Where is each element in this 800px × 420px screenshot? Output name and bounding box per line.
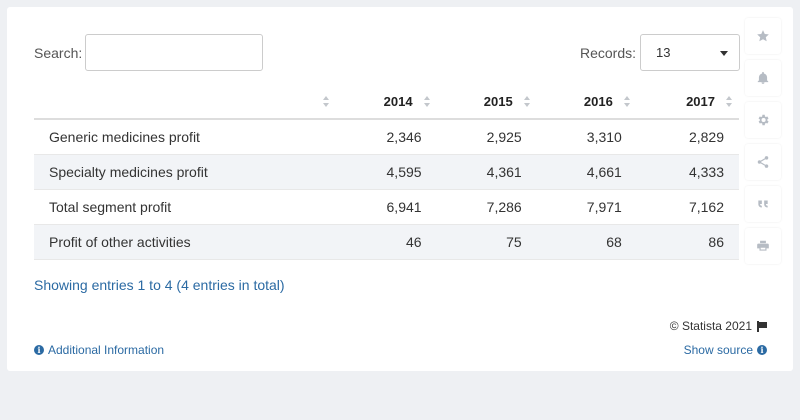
row-label: Generic medicines profit <box>34 119 337 155</box>
copyright-text: © Statista 2021 <box>669 319 752 333</box>
column-header-2017[interactable]: 2017 <box>636 85 739 120</box>
bell-icon <box>757 71 769 84</box>
show-source-link[interactable]: Show source i <box>684 343 767 357</box>
search-label: Search: <box>34 45 83 61</box>
print-icon <box>757 240 769 251</box>
info-icon: i <box>757 345 767 355</box>
quote-icon <box>758 200 768 208</box>
cell-value: 2,925 <box>436 119 537 155</box>
column-header-2016[interactable]: 2016 <box>536 85 637 120</box>
cell-value: 7,162 <box>636 189 739 225</box>
column-header-2014[interactable]: 2014 <box>336 85 437 120</box>
notification-button[interactable] <box>745 60 781 96</box>
table-row: Profit of other activities 46 75 68 86 <box>34 224 739 260</box>
cell-value: 68 <box>536 224 637 260</box>
row-label: Specialty medicines profit <box>34 154 337 190</box>
sort-icon <box>323 96 330 108</box>
table-row: Total segment profit 6,941 7,286 7,971 7… <box>34 189 739 225</box>
additional-information-label: Additional Information <box>48 343 165 357</box>
chevron-down-icon <box>720 51 728 56</box>
search-input[interactable] <box>85 34 263 71</box>
cell-value: 75 <box>436 224 537 260</box>
table-row: Specialty medicines profit 4,595 4,361 4… <box>34 154 739 190</box>
statistic-card: Search: Records: 13 2014 2015 2016 2017 … <box>7 7 793 371</box>
share-icon <box>757 156 769 168</box>
cell-value: 3,310 <box>536 119 637 155</box>
additional-information-link[interactable]: i Additional Information <box>34 343 164 357</box>
share-button[interactable] <box>745 144 781 180</box>
cite-button[interactable] <box>745 186 781 222</box>
copyright[interactable]: © Statista 2021 <box>670 319 767 333</box>
tool-sidebar <box>745 18 781 270</box>
row-label: Total segment profit <box>34 189 337 225</box>
data-table: 2014 2015 2016 2017 Generic medicines pr… <box>34 85 739 260</box>
cell-value: 7,971 <box>536 189 637 225</box>
records-value: 13 <box>656 45 671 60</box>
info-icon: i <box>34 345 44 355</box>
sort-icon <box>726 96 733 108</box>
sort-icon <box>423 96 431 108</box>
settings-button[interactable] <box>745 102 781 138</box>
show-source-label: Show source <box>683 343 753 357</box>
column-header-label[interactable] <box>34 85 337 120</box>
cell-value: 4,333 <box>636 154 739 190</box>
sort-icon <box>523 96 531 108</box>
cell-value: 2,346 <box>336 119 437 155</box>
cell-value: 46 <box>336 224 437 260</box>
cell-value: 4,595 <box>336 154 437 190</box>
sort-icon <box>623 96 631 108</box>
records-label: Records: <box>580 45 637 61</box>
gear-icon <box>758 114 769 126</box>
column-header-2015[interactable]: 2015 <box>436 85 537 120</box>
cell-value: 7,286 <box>436 189 537 225</box>
entries-info: Showing entries 1 to 4 (4 entries in tot… <box>34 277 285 293</box>
row-label: Profit of other activities <box>34 224 337 260</box>
flag-icon <box>757 320 767 332</box>
cell-value: 4,361 <box>436 154 537 190</box>
print-button[interactable] <box>745 228 781 264</box>
table-row: Generic medicines profit 2,346 2,925 3,3… <box>34 119 739 155</box>
star-icon <box>757 30 769 42</box>
cell-value: 4,661 <box>536 154 637 190</box>
cell-value: 6,941 <box>336 189 437 225</box>
table-header-row: 2014 2015 2016 2017 <box>34 85 739 120</box>
cell-value: 86 <box>636 224 739 260</box>
favorite-button[interactable] <box>745 18 781 54</box>
cell-value: 2,829 <box>636 119 739 155</box>
records-select[interactable]: 13 <box>640 34 740 71</box>
